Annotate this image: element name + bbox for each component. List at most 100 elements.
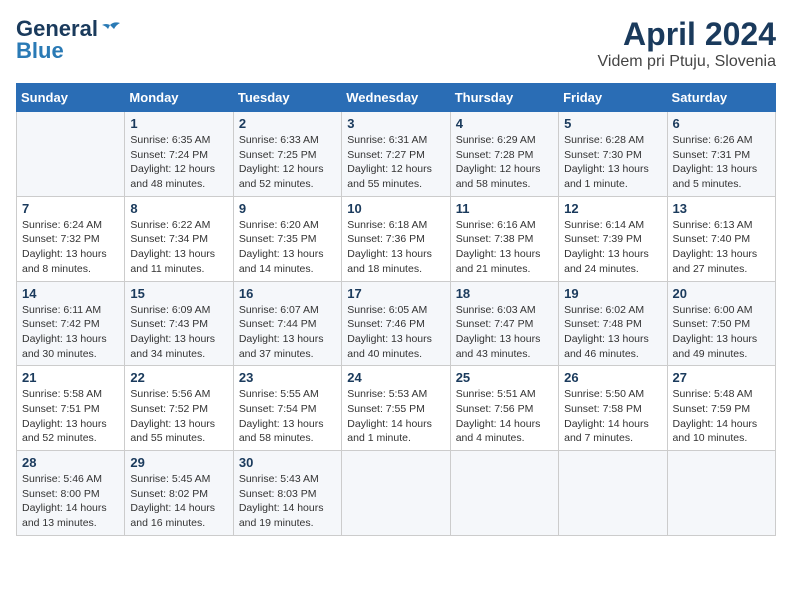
calendar-cell: 28 Sunrise: 5:46 AMSunset: 8:00 PMDayligh… <box>17 451 125 536</box>
calendar-cell: 24 Sunrise: 5:53 AMSunset: 7:55 PMDayligh… <box>342 366 450 451</box>
calendar-cell: 26Sunrise: 5:50 AMSunset: 7:58 PMDayligh… <box>559 366 667 451</box>
weekday-header-saturday: Saturday <box>667 84 775 112</box>
day-number: 22 <box>130 370 227 385</box>
day-info: Sunrise: 5:48 AMSunset: 7:59 PMDaylight:… <box>673 387 770 446</box>
calendar-cell: 23 Sunrise: 5:55 AMSunset: 7:54 PMDayligh… <box>233 366 341 451</box>
weekday-header-friday: Friday <box>559 84 667 112</box>
calendar-table: SundayMondayTuesdayWednesdayThursdayFrid… <box>16 83 776 536</box>
weekday-header-tuesday: Tuesday <box>233 84 341 112</box>
calendar-cell: 6Sunrise: 6:26 AMSunset: 7:31 PMDaylight… <box>667 112 775 197</box>
day-number: 30 <box>239 455 336 470</box>
day-info: Sunrise: 6:24 AMSunset: 7:32 PMDaylight:… <box>22 218 119 277</box>
location-title: Videm pri Ptuju, Slovenia <box>598 53 776 71</box>
day-number: 15 <box>130 286 227 301</box>
day-number: 8 <box>130 201 227 216</box>
day-number: 26 <box>564 370 661 385</box>
calendar-cell: 30 Sunrise: 5:43 AMSunset: 8:03 PMDayligh… <box>233 451 341 536</box>
day-info: Sunrise: 6:09 AMSunset: 7:43 PMDaylight:… <box>130 303 227 362</box>
calendar-cell: 27 Sunrise: 5:48 AMSunset: 7:59 PMDayligh… <box>667 366 775 451</box>
day-number: 20 <box>673 286 770 301</box>
day-number: 19 <box>564 286 661 301</box>
calendar-cell <box>450 451 558 536</box>
day-number: 2 <box>239 116 336 131</box>
weekday-header-wednesday: Wednesday <box>342 84 450 112</box>
logo-bird-icon <box>100 21 120 37</box>
day-number: 7 <box>22 201 119 216</box>
calendar-cell: 25 Sunrise: 5:51 AMSunset: 7:56 PMDayligh… <box>450 366 558 451</box>
day-number: 27 <box>673 370 770 385</box>
day-info: Sunrise: 6:29 AMSunset: 7:28 PMDaylight:… <box>456 133 553 192</box>
calendar-cell: 5 Sunrise: 6:28 AMSunset: 7:30 PMDaylight… <box>559 112 667 197</box>
calendar-cell: 12 Sunrise: 6:14 AMSunset: 7:39 PMDayligh… <box>559 196 667 281</box>
day-info: Sunrise: 6:00 AMSunset: 7:50 PMDaylight:… <box>673 303 770 362</box>
weekday-header-thursday: Thursday <box>450 84 558 112</box>
day-number: 11 <box>456 201 553 216</box>
day-number: 25 <box>456 370 553 385</box>
day-info: Sunrise: 6:03 AMSunset: 7:47 PMDaylight:… <box>456 303 553 362</box>
day-info: Sunrise: 6:20 AMSunset: 7:35 PMDaylight:… <box>239 218 336 277</box>
day-info: Sunrise: 6:35 AMSunset: 7:24 PMDaylight:… <box>130 133 227 192</box>
day-info: Sunrise: 6:18 AMSunset: 7:36 PMDaylight:… <box>347 218 444 277</box>
day-number: 18 <box>456 286 553 301</box>
calendar-cell: 9 Sunrise: 6:20 AMSunset: 7:35 PMDaylight… <box>233 196 341 281</box>
day-number: 14 <box>22 286 119 301</box>
day-number: 21 <box>22 370 119 385</box>
title-area: April 2024 Videm pri Ptuju, Slovenia <box>598 16 776 71</box>
day-info: Sunrise: 5:53 AMSunset: 7:55 PMDaylight:… <box>347 387 444 446</box>
week-row-2: 7 Sunrise: 6:24 AMSunset: 7:32 PMDaylight… <box>17 196 776 281</box>
day-info: Sunrise: 6:31 AMSunset: 7:27 PMDaylight:… <box>347 133 444 192</box>
calendar-cell <box>342 451 450 536</box>
calendar-cell: 14 Sunrise: 6:11 AMSunset: 7:42 PMDayligh… <box>17 281 125 366</box>
calendar-cell <box>559 451 667 536</box>
day-info: Sunrise: 6:16 AMSunset: 7:38 PMDaylight:… <box>456 218 553 277</box>
day-number: 23 <box>239 370 336 385</box>
calendar-cell: 21 Sunrise: 5:58 AMSunset: 7:51 PMDayligh… <box>17 366 125 451</box>
day-number: 9 <box>239 201 336 216</box>
weekday-header-sunday: Sunday <box>17 84 125 112</box>
logo-blue: Blue <box>16 38 64 64</box>
calendar-cell: 18 Sunrise: 6:03 AMSunset: 7:47 PMDayligh… <box>450 281 558 366</box>
calendar-header-row: SundayMondayTuesdayWednesdayThursdayFrid… <box>17 84 776 112</box>
day-info: Sunrise: 5:51 AMSunset: 7:56 PMDaylight:… <box>456 387 553 446</box>
day-info: Sunrise: 6:13 AMSunset: 7:40 PMDaylight:… <box>673 218 770 277</box>
day-info: Sunrise: 6:14 AMSunset: 7:39 PMDaylight:… <box>564 218 661 277</box>
day-number: 13 <box>673 201 770 216</box>
day-number: 5 <box>564 116 661 131</box>
day-number: 24 <box>347 370 444 385</box>
calendar-cell: 4Sunrise: 6:29 AMSunset: 7:28 PMDaylight… <box>450 112 558 197</box>
calendar-cell <box>17 112 125 197</box>
day-info: Sunrise: 5:46 AMSunset: 8:00 PMDaylight:… <box>22 472 119 531</box>
calendar-cell: 8 Sunrise: 6:22 AMSunset: 7:34 PMDaylight… <box>125 196 233 281</box>
calendar-cell: 3Sunrise: 6:31 AMSunset: 7:27 PMDaylight… <box>342 112 450 197</box>
calendar-cell: 2 Sunrise: 6:33 AMSunset: 7:25 PMDaylight… <box>233 112 341 197</box>
week-row-1: 1 Sunrise: 6:35 AMSunset: 7:24 PMDaylight… <box>17 112 776 197</box>
calendar-cell: 16Sunrise: 6:07 AMSunset: 7:44 PMDayligh… <box>233 281 341 366</box>
calendar-cell: 17Sunrise: 6:05 AMSunset: 7:46 PMDayligh… <box>342 281 450 366</box>
day-info: Sunrise: 6:33 AMSunset: 7:25 PMDaylight:… <box>239 133 336 192</box>
calendar-cell: 19Sunrise: 6:02 AMSunset: 7:48 PMDayligh… <box>559 281 667 366</box>
day-info: Sunrise: 6:28 AMSunset: 7:30 PMDaylight:… <box>564 133 661 192</box>
calendar-cell: 11 Sunrise: 6:16 AMSunset: 7:38 PMDayligh… <box>450 196 558 281</box>
week-row-5: 28 Sunrise: 5:46 AMSunset: 8:00 PMDayligh… <box>17 451 776 536</box>
day-number: 29 <box>130 455 227 470</box>
calendar-body: 1 Sunrise: 6:35 AMSunset: 7:24 PMDaylight… <box>17 112 776 536</box>
calendar-cell: 20 Sunrise: 6:00 AMSunset: 7:50 PMDayligh… <box>667 281 775 366</box>
day-info: Sunrise: 5:56 AMSunset: 7:52 PMDaylight:… <box>130 387 227 446</box>
calendar-cell: 10Sunrise: 6:18 AMSunset: 7:36 PMDayligh… <box>342 196 450 281</box>
week-row-3: 14 Sunrise: 6:11 AMSunset: 7:42 PMDayligh… <box>17 281 776 366</box>
day-number: 1 <box>130 116 227 131</box>
day-info: Sunrise: 5:58 AMSunset: 7:51 PMDaylight:… <box>22 387 119 446</box>
day-info: Sunrise: 6:11 AMSunset: 7:42 PMDaylight:… <box>22 303 119 362</box>
logo: General Blue <box>16 16 120 64</box>
day-info: Sunrise: 6:07 AMSunset: 7:44 PMDaylight:… <box>239 303 336 362</box>
day-info: Sunrise: 6:22 AMSunset: 7:34 PMDaylight:… <box>130 218 227 277</box>
calendar-cell: 29Sunrise: 5:45 AMSunset: 8:02 PMDayligh… <box>125 451 233 536</box>
day-number: 28 <box>22 455 119 470</box>
calendar-cell: 7 Sunrise: 6:24 AMSunset: 7:32 PMDaylight… <box>17 196 125 281</box>
day-info: Sunrise: 5:55 AMSunset: 7:54 PMDaylight:… <box>239 387 336 446</box>
day-number: 12 <box>564 201 661 216</box>
calendar-cell <box>667 451 775 536</box>
calendar-cell: 1 Sunrise: 6:35 AMSunset: 7:24 PMDaylight… <box>125 112 233 197</box>
calendar-cell: 13 Sunrise: 6:13 AMSunset: 7:40 PMDayligh… <box>667 196 775 281</box>
day-info: Sunrise: 5:43 AMSunset: 8:03 PMDaylight:… <box>239 472 336 531</box>
